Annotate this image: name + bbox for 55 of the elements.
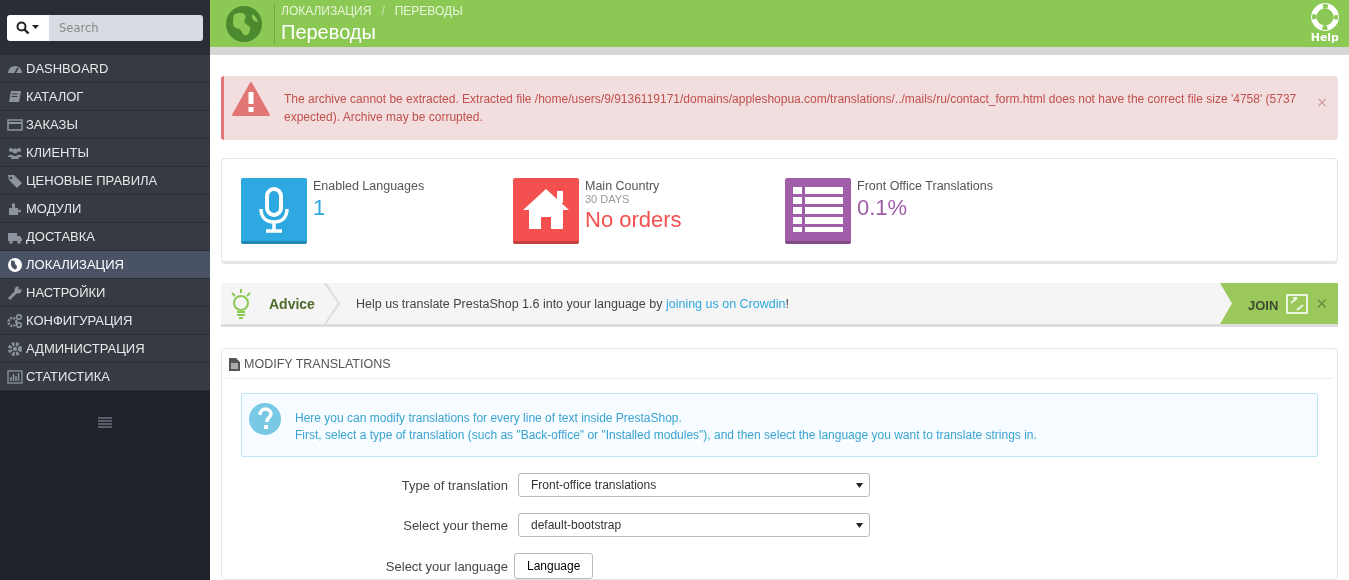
menu-item[interactable]: ЦЕНОВЫЕ ПРАВИЛА [0, 167, 210, 195]
tag-icon [7, 172, 23, 189]
breadcrumb-separator: / [381, 3, 385, 18]
menu-item[interactable]: СТАТИСТИКА [0, 363, 210, 391]
gear-icon [7, 340, 23, 357]
info-text: First, select a type of translation (such as "Back-office" or "Installed modules"), and then select the language you want to translate strings in. [295, 427, 1037, 444]
kpi-value: 1 [313, 195, 327, 221]
puzzle-icon [7, 200, 23, 217]
field-label: Select your theme [402, 517, 508, 533]
menu-item[interactable]: КОНФИГУРАЦИЯ [0, 307, 210, 335]
menu-item[interactable]: DASHBOARD [0, 55, 210, 83]
error-message: The archive cannot be extracted. Extracted file /home/users/9/9136119171/domains/appleshopua.com/translations/../mails/ru/contact_form.html does not have the correct file size '4758' (5737 expected). Archive may be corrupted. [284, 91, 1298, 126]
menu-icon[interactable] [98, 417, 112, 428]
menu-item[interactable]: ДОСТАВКА [0, 223, 210, 251]
language-button[interactable]: Language [514, 553, 594, 579]
kpi-period: 30 DAYS [585, 193, 631, 205]
kpi-value: 0.1% [857, 195, 909, 221]
join-button[interactable]: JOIN [1248, 294, 1279, 313]
warning-icon [232, 82, 270, 116]
wrench-icon [7, 284, 23, 301]
field-label: Type of translation [400, 477, 508, 493]
kpi-label: Main Country [585, 179, 661, 193]
select-field[interactable]: Front-office translations [518, 473, 870, 497]
help-icon [249, 403, 281, 435]
dropdown-arrow-icon [856, 482, 863, 488]
panel-title: MODIFY TRANSLATIONS [244, 357, 391, 371]
expand-icon [1286, 293, 1309, 314]
menu-item[interactable]: КЛИЕНТЫ [0, 139, 210, 167]
menu-item[interactable]: АДМИНИСТРАЦИЯ [0, 335, 210, 363]
page-title: Переводы [281, 20, 377, 44]
field-label: Select your language [384, 558, 508, 574]
credit-card-icon [7, 116, 23, 133]
menu-item[interactable]: МОДУЛИ [0, 195, 210, 223]
bar-chart-icon [7, 368, 23, 385]
book-icon [7, 88, 23, 105]
menu-item[interactable]: ЗАКАЗЫ [0, 111, 210, 139]
advice-title: Advice [269, 295, 315, 312]
advice-text: Help us translate PrestaShop 1.6 into your language by joining us on Crowdin! [355, 296, 790, 311]
info-text: Here you can modify translations for every line of text inside PrestaShop. [295, 410, 683, 427]
search-dropdown-button[interactable] [7, 15, 49, 41]
lightbulb-icon [230, 288, 252, 319]
menu-item[interactable]: НАСТРОЙКИ [0, 279, 210, 307]
dropdown-arrow-icon [856, 522, 863, 528]
document-icon [229, 357, 240, 371]
kpi-value: No orders [585, 207, 682, 233]
search-icon [16, 21, 40, 35]
lifebuoy-icon [1310, 3, 1339, 31]
select-field[interactable]: default-bootstrap [518, 513, 870, 537]
globe-icon [226, 5, 262, 42]
kpi-label: Front Office Translations [857, 179, 993, 193]
menu-item[interactable]: ЛОКАЛИЗАЦИЯ [0, 251, 210, 279]
search-field[interactable]: Search [49, 15, 203, 41]
menu-item[interactable]: КАТАЛОГ [0, 83, 210, 111]
kpi-label: Enabled Languages [313, 179, 425, 193]
globe-icon [7, 256, 23, 273]
